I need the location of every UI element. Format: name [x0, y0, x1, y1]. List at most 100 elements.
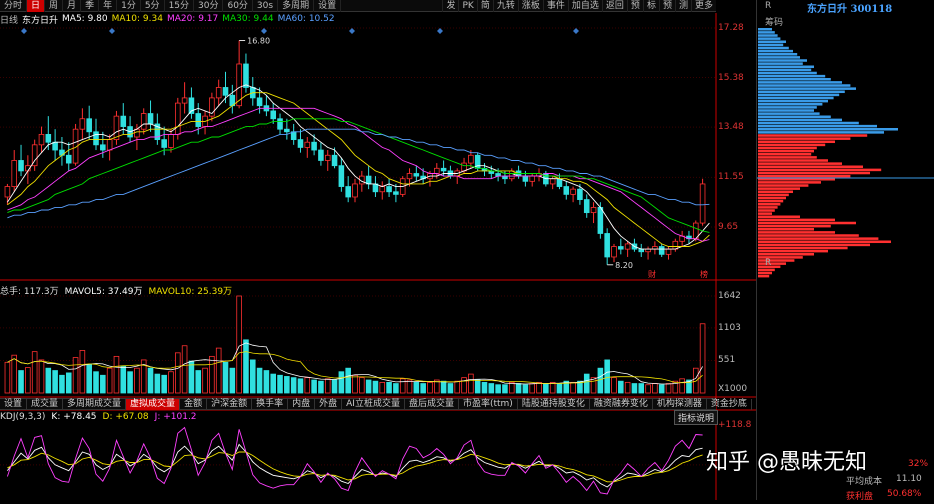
volume-bar [393, 383, 399, 394]
candle-body [181, 97, 188, 104]
candle-body [611, 246, 617, 258]
chip-bar [758, 93, 840, 97]
chip-bar [758, 153, 812, 156]
volume-bar [45, 367, 52, 394]
volume-bar [604, 359, 610, 394]
volume-bar [106, 367, 113, 394]
candle-body [134, 128, 140, 138]
indicator-tab[interactable]: 盘后成交量 [405, 398, 459, 410]
chip-bar [758, 112, 820, 115]
candle-body [318, 149, 324, 161]
chip-bar [758, 240, 891, 244]
chip-bar [758, 196, 786, 200]
price-tick-label: 9.65 [718, 221, 739, 232]
chip-sub-label: 筹码 [765, 18, 784, 28]
indicator-tab[interactable]: 金额 [180, 398, 208, 410]
indicator-help-button[interactable]: 指标说明 [674, 410, 719, 425]
ma-line-MA60 [7, 128, 710, 219]
kdj-legend: KDJ(9,3,3) K: +78.45 D: +67.08 J: +101.2 [0, 411, 716, 423]
indicator-tab[interactable]: AI立桩成交量 [342, 398, 405, 410]
volume-bar [543, 383, 549, 394]
chip-bar [758, 259, 795, 262]
volume-bar [386, 381, 392, 394]
volume-bar [100, 374, 106, 394]
indicator-tab[interactable]: 设置 [0, 398, 28, 410]
candle-body [406, 173, 413, 180]
event-marker-icon [573, 28, 579, 34]
indicator-tab[interactable]: 虚拟成交量 [126, 398, 181, 410]
indicator-tab[interactable]: 换手率 [252, 398, 289, 410]
candle-body [365, 175, 372, 185]
indicator-tab[interactable]: 沪深金额 [207, 398, 253, 410]
chip-bar [758, 131, 884, 134]
volume-bar [495, 384, 501, 394]
chip-bottom-label: R [765, 258, 772, 268]
volume-bar [243, 339, 249, 394]
candle-body [658, 246, 665, 255]
chip-bar [758, 268, 775, 272]
chip-bar [758, 74, 826, 78]
price-tick-label: 11.55 [718, 172, 744, 183]
candle-body [597, 207, 604, 234]
main-chart[interactable]: 16.80 8.20 财 榜 [0, 0, 756, 500]
indicator-tab[interactable]: 外盘 [315, 398, 343, 410]
ma-line-MA30 [7, 118, 710, 233]
volume-bar [161, 374, 167, 394]
chip-bar [758, 140, 835, 144]
volume-bar [556, 383, 563, 394]
indicator-tab[interactable]: 融资融券变化 [590, 398, 653, 410]
chip-stat-value: 11.10 [896, 474, 922, 484]
watermark: 知乎 @愚昧无知 [706, 450, 867, 475]
chip-bar [758, 37, 781, 40]
candle-body [352, 183, 358, 198]
volume-bar [481, 381, 488, 394]
candle-body [4, 186, 11, 198]
chip-stat-label: 获利盘 [846, 492, 874, 502]
chip-bar [758, 103, 823, 106]
chip-bar [758, 231, 835, 234]
chip-bar [758, 187, 800, 190]
kdj-tick-label: +118.8 [718, 419, 752, 430]
volume-bar [311, 379, 317, 394]
candle-body [38, 133, 45, 146]
volume-bar [209, 355, 215, 394]
indicator-tab[interactable]: 资金抄底 [707, 398, 752, 410]
volume-bar [352, 374, 358, 394]
candle-body [665, 248, 672, 255]
chip-bar [758, 121, 859, 125]
indicator-tab[interactable]: 市盈率(ttm) [459, 398, 518, 410]
candle-body [161, 139, 167, 148]
candle-body [699, 183, 706, 224]
candle-body [256, 97, 263, 107]
candle-body [100, 144, 106, 151]
chip-bar [758, 224, 831, 228]
volume-bar [618, 380, 624, 394]
volume-bar [59, 374, 65, 394]
indicator-tab[interactable]: 多周期成交量 [63, 398, 127, 410]
indicator-tab[interactable]: 成交量 [27, 398, 64, 410]
chip-bar [758, 149, 814, 153]
chip-bar [758, 78, 831, 81]
chip-distribution [757, 28, 934, 278]
indicator-tab[interactable]: 陆股通持股变化 [518, 398, 590, 410]
candle-body [147, 113, 154, 125]
candle-body [440, 167, 447, 172]
volume-bar [515, 383, 522, 394]
chip-bar [758, 262, 786, 265]
chip-bar [758, 115, 831, 119]
candle-body [243, 63, 249, 88]
price-tick-label: 15.38 [718, 72, 744, 83]
volume-bar [611, 377, 617, 394]
candle-body [338, 165, 345, 187]
candle-body [18, 160, 24, 172]
volume-unit-label: X1000 [718, 384, 748, 394]
volume-bar [72, 357, 79, 394]
indicator-tab[interactable]: 内盘 [288, 398, 316, 410]
indicator-tab[interactable]: 机构探测器 [653, 398, 707, 410]
volume-bar [215, 347, 222, 394]
event-marker-icon [109, 28, 115, 34]
volume-bar [338, 371, 345, 394]
volume-bar [427, 381, 433, 394]
chip-bar [758, 137, 851, 140]
volume-bar [297, 378, 304, 394]
